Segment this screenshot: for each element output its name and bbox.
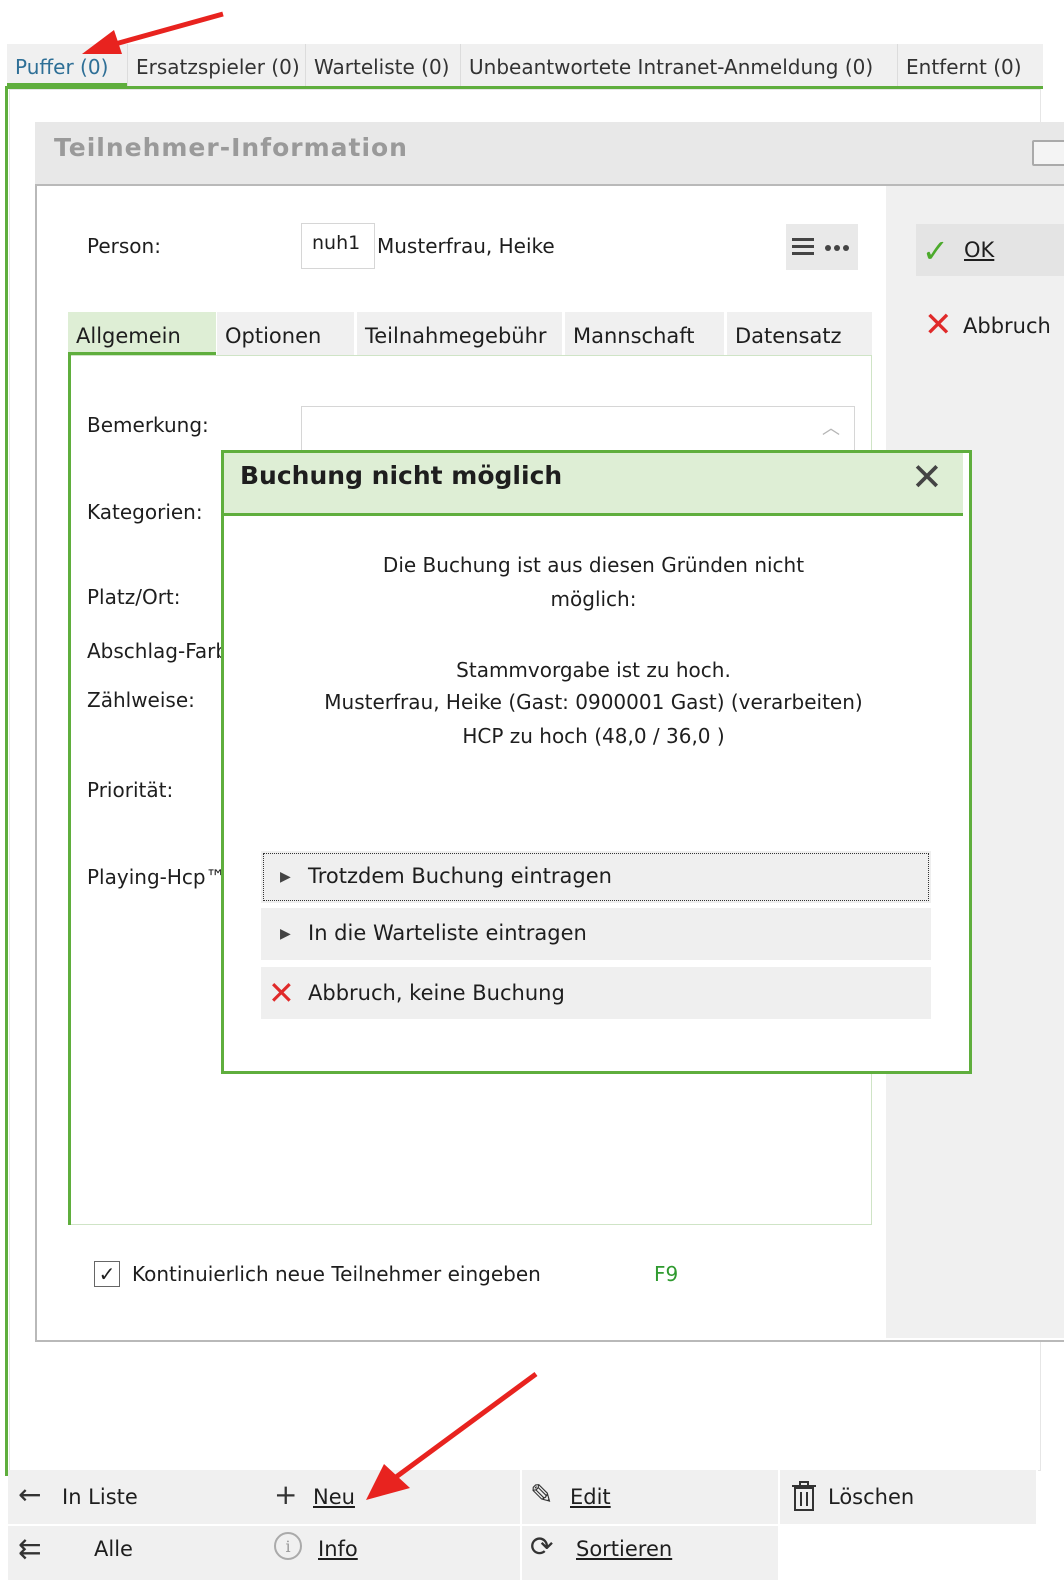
info-label: Info [318,1537,358,1561]
popup-reason-line2: Musterfrau, Heike (Gast: 0900001 Gast) (… [324,690,863,714]
sort-label: Sortieren [576,1537,673,1561]
plus-icon: + [274,1478,298,1511]
bemerkung-label: Bemerkung: [87,413,209,437]
all-button[interactable] [8,1526,264,1580]
dialog-title: Teilnehmer-Information [54,133,408,162]
platz-label: Platz/Ort: [87,585,181,609]
annotation-arrow-top [82,11,224,54]
menu-dots-icon [792,238,849,255]
tab-content-border [5,86,8,1476]
zaehlweise-label: Zählweise: [87,688,195,712]
arrow-left-icon: ← [18,1478,42,1511]
continuous-checkbox[interactable]: ✓ [94,1261,120,1287]
check-icon: ✓ [922,232,949,270]
double-arrow-left-icon: ⇇ [18,1532,42,1565]
tab-panel-border [68,355,71,1225]
edit-button[interactable] [522,1470,778,1524]
kategorien-label: Kategorien: [87,500,203,524]
popup-reason-line1: Stammvorgabe ist zu hoch. [456,658,731,682]
person-code-value: nuh1 [312,232,361,254]
abschlag-label: Abschlag-Farb [87,639,229,663]
svg-text:i: i [285,1537,290,1556]
cancel-button[interactable]: Abbruch [963,314,1051,338]
tab-warteliste[interactable]: Warteliste (0) [305,44,450,86]
in-liste-label: In Liste [62,1485,138,1509]
tab-datensatz[interactable]: Datensatz [726,312,872,355]
scroll-up-icon[interactable]: ︿ [822,414,840,440]
all-label: Alle [94,1537,133,1561]
tab-optionen[interactable]: Optionen [216,312,354,355]
popup-title: Buchung nicht möglich [240,461,563,490]
popup-message-line1: Die Buchung ist aus diesen Gründen nicht [382,553,805,577]
cancel-x-icon: ✕ [268,974,295,1012]
info-icon: i [272,1530,304,1569]
continuous-label: Kontinuierlich neue Teilnehmer eingeben [132,1262,541,1286]
force-booking-label: Trotzdem Buchung eintragen [308,864,612,888]
cancel-booking-label: Abbruch, keine Buchung [308,981,565,1005]
maximize-icon[interactable] [1032,140,1064,166]
prioritaet-label: Priorität: [87,778,174,802]
shortcut-hint: F9 [654,1262,679,1286]
popup-close-icon[interactable]: ✕ [911,455,943,499]
tab-allgemein[interactable]: Allgemein [68,312,216,355]
triangle-right-icon: ▶ [280,869,291,885]
tab-unbeantwortete[interactable]: Unbeantwortete Intranet-Anmeldung (0) [460,44,873,86]
person-name: Musterfrau, Heike [377,234,555,258]
popup-message-line2: möglich: [550,587,637,611]
person-menu-button[interactable] [786,224,858,270]
annotation-arrow-bottom [366,1371,538,1500]
tab-entfernt[interactable]: Entfernt (0) [897,44,1022,86]
playing-hcp-label: Playing-Hcp™ [87,865,226,889]
new-label: Neu [313,1485,355,1509]
person-label: Person: [87,234,161,258]
waitlist-label: In die Warteliste eintragen [308,921,587,945]
tab-mannschaft[interactable]: Mannschaft [564,312,724,355]
tab-teilnahmegebuehr[interactable]: Teilnahmegebühr [356,312,562,355]
edit-label: Edit [570,1485,611,1509]
trash-icon [790,1480,818,1519]
refresh-icon: ⟳ [530,1530,554,1563]
popup-reason-line3: HCP zu hoch (48,0 / 36,0 ) [462,724,725,748]
delete-label: Löschen [828,1485,915,1509]
close-x-icon[interactable]: ✕ [924,305,953,345]
ok-label: OK [964,238,995,262]
triangle-right-icon: ▶ [280,926,291,942]
